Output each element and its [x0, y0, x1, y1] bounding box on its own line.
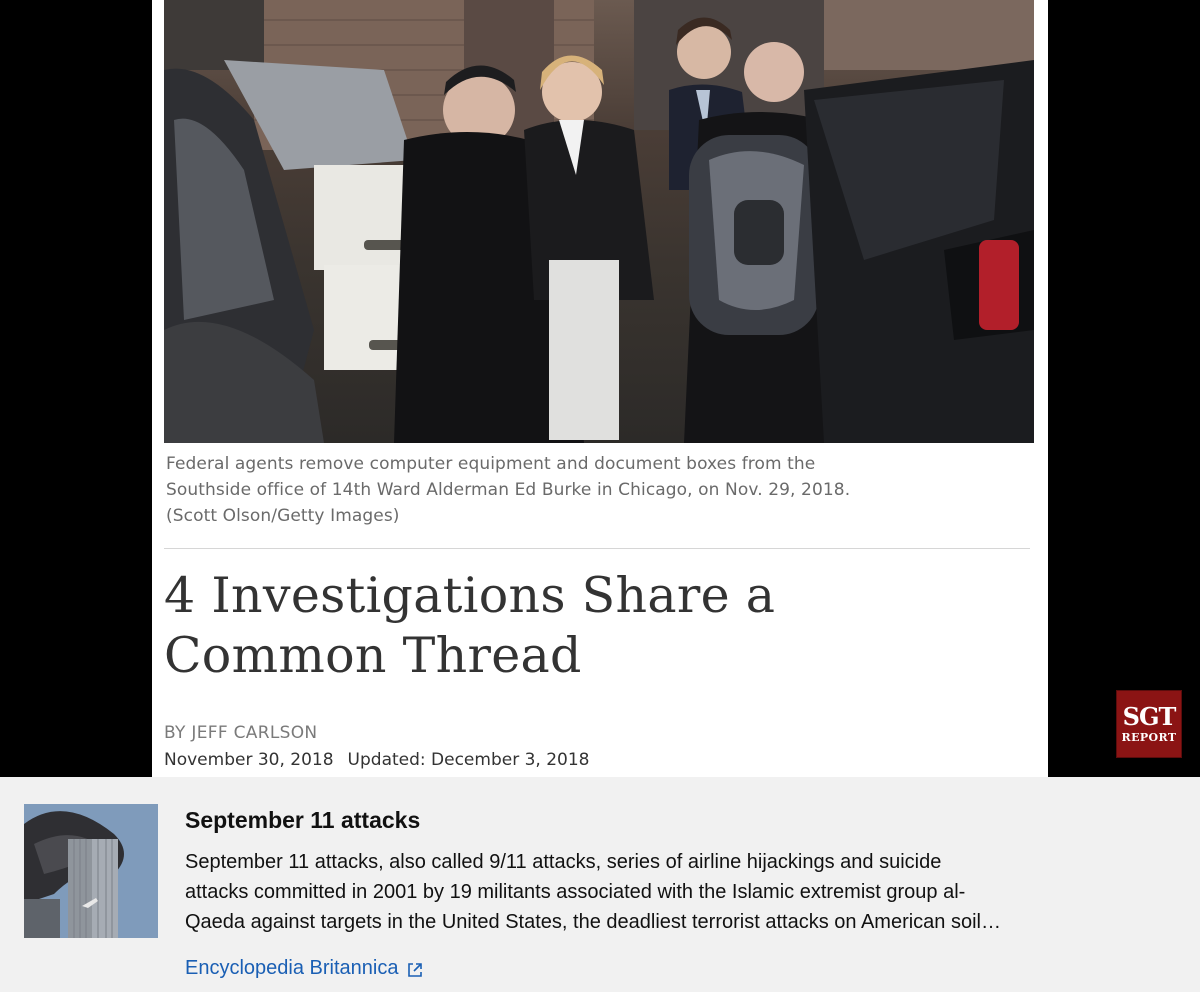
watermark-top: SGT [1122, 702, 1177, 731]
video-frame: Federal agents remove computer equipment… [152, 0, 1048, 777]
channel-watermark[interactable]: SGT REPORT [1116, 690, 1182, 758]
topic-title[interactable]: September 11 attacks [185, 807, 420, 834]
caption-line: (Scott Olson/Getty Images) [166, 506, 400, 526]
photo-caption: Federal agents remove computer equipment… [166, 451, 1026, 529]
caption-line: Federal agents remove computer equipment… [166, 454, 816, 474]
video-player[interactable]: Federal agents remove computer equipment… [0, 0, 1200, 777]
topic-thumbnail[interactable] [24, 804, 158, 938]
headline-line: Common Thread [164, 627, 582, 684]
article-photo [164, 0, 1034, 443]
description-line: September 11 attacks, also called 9/11 a… [185, 851, 942, 873]
headline-line: 4 Investigations Share a [164, 567, 776, 624]
article-dates: November 30, 2018 Updated: December 3, 20… [164, 750, 603, 770]
external-link-icon[interactable] [407, 961, 423, 977]
updated-date: Updated: December 3, 2018 [347, 750, 590, 770]
caption-line: Southside office of 14th Ward Alderman E… [166, 480, 851, 500]
publish-date: November 30, 2018 [164, 750, 334, 770]
description-line: attacks committed in 2001 by 19 militant… [185, 881, 966, 903]
divider [164, 548, 1030, 549]
info-panel: September 11 attacks September 11 attack… [0, 777, 1200, 992]
topic-description: September 11 attacks, also called 9/11 a… [185, 847, 1175, 937]
article-headline: 4 Investigations Share a Common Thread [164, 566, 1034, 686]
watermark-bottom: REPORT [1121, 731, 1177, 744]
source-link[interactable]: Encyclopedia Britannica [185, 957, 423, 980]
description-line: Qaeda against targets in the United Stat… [185, 911, 1001, 933]
source-link-label[interactable]: Encyclopedia Britannica [185, 957, 398, 980]
article-byline: BY JEFF CARLSON [164, 723, 318, 743]
